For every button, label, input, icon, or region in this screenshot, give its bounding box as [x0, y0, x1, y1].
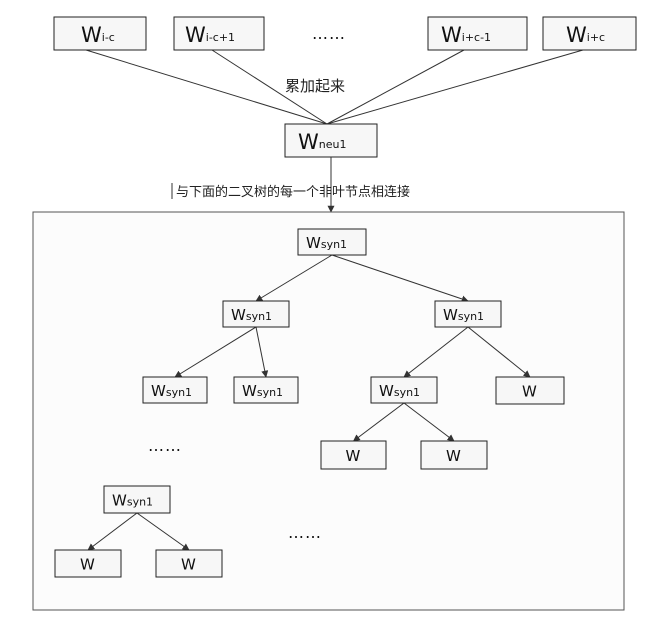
- tree-node-label: W: [522, 383, 537, 401]
- tree-node-sub: syn1: [257, 386, 283, 399]
- tree-node-r: Wsyn1: [434, 300, 502, 328]
- tree-node-main: W: [112, 492, 127, 510]
- tree-node-root: Wsyn1: [297, 228, 367, 256]
- diagram-stage: Wi-c Wi-c+1 …… Wi+c-1 Wi+c 累加起来 Wneu1 与下…: [0, 0, 651, 620]
- tree-frame: [32, 211, 625, 611]
- hidden-node-sub: neu1: [319, 138, 347, 151]
- input-node-3: Wi+c-1: [427, 16, 528, 51]
- tree-node-main: W: [80, 556, 95, 574]
- input-edge-3: [326, 49, 465, 125]
- tree-node-rlr: W: [420, 440, 488, 470]
- tree-node-sub: syn1: [394, 386, 420, 399]
- tree-node-sub: syn1: [458, 310, 484, 323]
- hidden-node: Wneu1: [284, 123, 378, 158]
- tree-node-ll: Wsyn1: [142, 376, 208, 404]
- tree-node-main: W: [379, 382, 394, 400]
- input-ellipsis: ……: [312, 24, 346, 43]
- tree-node-sub: syn1: [321, 238, 347, 251]
- tree-node-rll: W: [320, 440, 387, 470]
- hidden-node-main: W: [298, 130, 319, 154]
- input-node-4-sub: i+c: [587, 31, 605, 44]
- input-node-1: Wi-c: [53, 16, 147, 51]
- tree-node-label: W: [181, 556, 196, 574]
- tree-node-lr: Wsyn1: [233, 376, 299, 404]
- input-node-1-sub: i-c: [102, 31, 115, 44]
- tree-node-b: Wsyn1: [103, 485, 171, 514]
- input-node-2: Wi-c+1: [173, 16, 265, 51]
- tree-node-main: W: [231, 306, 246, 324]
- tree-node-main: W: [306, 234, 321, 252]
- tree-node-bl: W: [54, 549, 122, 578]
- tree-ellipsis-2: ……: [288, 523, 322, 542]
- input-node-2-main: W: [185, 23, 206, 47]
- tree-node-main: W: [446, 447, 461, 465]
- tree-node-main: W: [522, 383, 537, 401]
- tree-node-l: Wsyn1: [222, 300, 290, 328]
- tree-node-sub: syn1: [166, 386, 192, 399]
- tree-node-label: W: [80, 556, 95, 574]
- tree-node-main: W: [242, 382, 257, 400]
- input-node-3-main: W: [441, 23, 462, 47]
- input-node-1-main: W: [81, 23, 102, 47]
- tree-node-br: W: [155, 549, 223, 578]
- huffman-tree-diagram: Wi-c Wi-c+1 …… Wi+c-1 Wi+c 累加起来 Wneu1 与下…: [32, 16, 637, 611]
- tree-node-main: W: [151, 382, 166, 400]
- input-edge-4: [326, 49, 584, 125]
- input-node-4: Wi+c: [542, 16, 637, 51]
- input-node-2-sub: i-c+1: [206, 31, 235, 44]
- tree-node-main: W: [346, 447, 361, 465]
- tree-node-label: W: [446, 447, 461, 465]
- tree-node-main: W: [181, 556, 196, 574]
- input-node-4-main: W: [566, 23, 587, 47]
- tree-ellipsis-1: ……: [148, 436, 182, 455]
- tree-node-main: W: [443, 306, 458, 324]
- tree-node-label: W: [346, 447, 361, 465]
- sum-label: 累加起来: [285, 77, 345, 95]
- tree-node-rl: Wsyn1: [370, 376, 438, 404]
- tree-node-sub: syn1: [246, 310, 272, 323]
- input-node-3-sub: i+c-1: [462, 31, 491, 44]
- tree-node-rr: W: [495, 376, 565, 405]
- tree-node-sub: syn1: [127, 496, 153, 509]
- connect-label: 与下面的二叉树的每一个非叶节点相连接: [176, 184, 410, 200]
